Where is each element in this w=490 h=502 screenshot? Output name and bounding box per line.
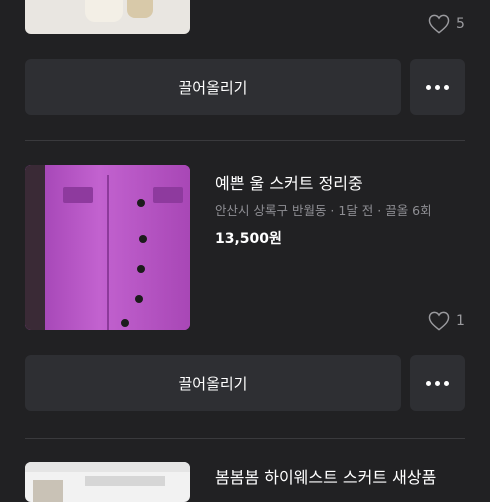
more-dot: [444, 84, 449, 90]
thumbnail-detail: [137, 265, 145, 273]
thumbnail-detail: [107, 175, 109, 330]
thumbnail-detail: [135, 295, 143, 303]
bump-button[interactable]: 끌어올리기: [25, 59, 401, 115]
like-count: 5: [428, 14, 465, 34]
thumbnail-detail: [121, 319, 129, 327]
thumbnail-detail: [85, 0, 123, 22]
thumbnail-detail: [25, 165, 45, 330]
product-thumbnail[interactable]: [25, 462, 190, 502]
thumbnail-detail: [137, 199, 145, 207]
thumbnail-detail: [25, 462, 190, 472]
product-thumbnail[interactable]: [25, 0, 190, 34]
product-title[interactable]: 봄봄봄 하이웨스트 스커트 새상품: [215, 464, 436, 488]
more-options-button[interactable]: [410, 59, 465, 115]
heart-icon: [428, 14, 450, 34]
thumbnail-detail: [139, 235, 147, 243]
bump-button[interactable]: 끌어올리기: [25, 355, 401, 411]
more-dot: [444, 380, 449, 386]
thumbnail-detail: [127, 0, 153, 18]
product-price: 13,500원: [215, 231, 282, 247]
more-options-button[interactable]: [410, 355, 465, 411]
more-dot: [426, 84, 431, 90]
more-dot: [435, 380, 440, 386]
thumbnail-detail: [33, 480, 63, 502]
more-dot: [426, 380, 431, 386]
more-dot: [435, 84, 440, 90]
thumbnail-detail: [85, 476, 165, 486]
divider: [25, 438, 465, 439]
like-count-value: 5: [456, 16, 465, 32]
product-title[interactable]: 예쁜 울 스커트 정리중: [215, 170, 363, 194]
heart-icon: [428, 311, 450, 331]
product-thumbnail[interactable]: [25, 165, 190, 330]
divider: [25, 140, 465, 141]
thumbnail-detail: [153, 187, 183, 203]
thumbnail-detail: [63, 187, 93, 203]
like-count: 1: [428, 311, 465, 331]
like-count-value: 1: [456, 313, 465, 329]
product-meta: 안산시 상록구 반월동 · 1달 전 · 끌올 6회: [215, 203, 432, 218]
